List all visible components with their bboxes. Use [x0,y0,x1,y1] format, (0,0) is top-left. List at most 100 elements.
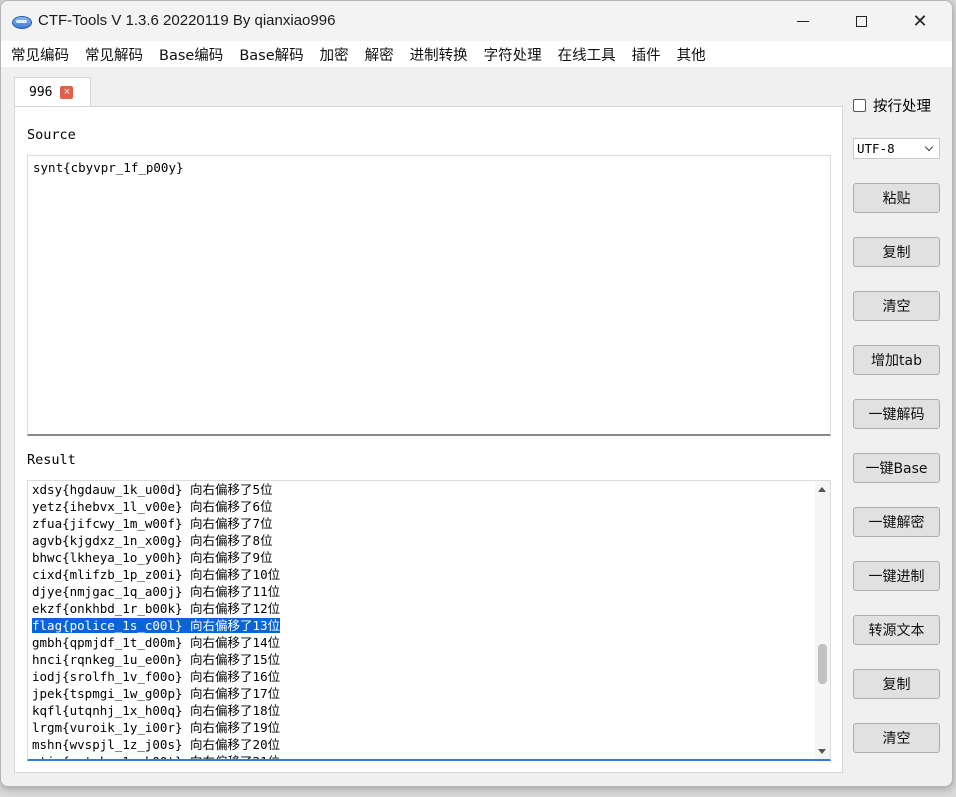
paste-button[interactable]: 粘贴 [853,183,940,213]
result-line-note: 向右偏移了9位 [190,550,273,565]
scroll-up-icon[interactable] [818,487,826,492]
one-click-base-button[interactable]: 一键Base [853,453,940,483]
result-line-gap [183,482,191,497]
result-line: hnci{rqnkeg_1u_e00n} 向右偏移了15位 [32,651,814,668]
result-line-text: kqfl{utqnhj_1x_h00q} [32,703,183,718]
to-source-button[interactable]: 转源文本 [853,615,940,645]
maximize-icon [855,15,867,27]
result-line-note: 向右偏移了13位 [190,618,281,633]
one-click-radix-button[interactable]: 一键进制 [853,561,940,591]
result-line-note: 向右偏移了14位 [190,635,281,650]
result-line: iodj{srolfh_1v_f00o} 向右偏移了16位 [32,668,814,685]
tab-strip: 996 × [14,77,843,107]
copy-result-button[interactable]: 复制 [853,669,940,699]
result-line-gap [183,652,191,667]
result-line-gap [183,669,191,684]
menu-encrypt[interactable]: 加密 [312,44,357,65]
result-line: mshn{wvspjl_1z_j00s} 向右偏移了20位 [32,736,814,753]
close-button[interactable]: ✕ [891,1,949,41]
menu-online-tools[interactable]: 在线工具 [550,44,624,65]
result-line-text: iodj{srolfh_1v_f00o} [32,669,183,684]
result-line-text: hnci{rqnkeg_1u_e00n} [32,652,183,667]
result-line-gap [183,686,191,701]
result-line: flag{police_1s_c00l} 向右偏移了13位 [32,617,814,634]
menu-bar: 常见编码 常见解码 Base编码 Base解码 加密 解密 进制转换 字符处理 … [1,41,952,67]
menu-radix-convert[interactable]: 进制转换 [402,44,476,65]
result-line-note: 向右偏移了18位 [190,703,281,718]
result-line-note: 向右偏移了8位 [190,533,273,548]
scroll-thumb[interactable] [818,644,827,684]
app-window: CTF-Tools V 1.3.6 20220119 By qianxiao99… [0,0,953,787]
result-line-note: 向右偏移了10位 [190,567,281,582]
result-line-gap [183,516,191,531]
tab-close-icon[interactable]: × [60,86,74,99]
result-line-text: cixd{mlifzb_1p_z00i} [32,567,183,582]
result-line-text: zfua{jifcwy_1m_w00f} [32,516,183,531]
menu-base-decode[interactable]: Base解码 [231,44,311,65]
menu-plugins[interactable]: 插件 [624,44,669,65]
source-text: synt{cbyvpr_1f_p00y} [33,160,184,175]
result-line: jpek{tspmgi_1w_g00p} 向右偏移了17位 [32,685,814,702]
result-line-text: mshn{wvspjl_1z_j00s} [32,737,183,752]
result-line-gap [183,601,191,616]
source-label: Source [27,127,76,143]
add-tab-button[interactable]: 增加tab [853,345,940,375]
result-line-note: 向右偏移了5位 [190,482,273,497]
clear-source-button[interactable]: 清空 [853,291,940,321]
encoding-select[interactable]: UTF-8 [853,138,940,159]
result-line: xdsy{hgdauw_1k_u00d} 向右偏移了5位 [32,481,814,498]
menu-other[interactable]: 其他 [669,44,714,65]
result-line-gap [183,720,191,735]
one-click-decode-button[interactable]: 一键解码 [853,399,940,429]
result-line-text: agvb{kjgdxz_1n_x00g} [32,533,183,548]
result-line: bhwc{lkheya_1o_y00h} 向右偏移了9位 [32,549,814,566]
result-line: lrgm{vuroik_1y_i00r} 向右偏移了19位 [32,719,814,736]
result-line-text: flag{police_1s_c00l} [32,618,183,633]
menu-base-encode[interactable]: Base编码 [151,44,231,65]
tab-label: 996 [29,85,53,100]
result-line-text: ntio{xwtqkm_1a_k00t} [32,754,183,759]
menu-common-encode[interactable]: 常见编码 [1,44,77,65]
result-line-text: gmbh{qpmjdf_1t_d00m} [32,635,183,650]
result-line-gap [183,754,191,759]
result-line: gmbh{qpmjdf_1t_d00m} 向右偏移了14位 [32,634,814,651]
line-process-toggle[interactable]: 按行处理 [853,95,931,116]
line-process-checkbox[interactable] [853,99,866,112]
maximize-button[interactable] [832,1,890,41]
tab-996[interactable]: 996 × [14,77,91,107]
source-textarea[interactable]: synt{cbyvpr_1f_p00y} [27,155,831,436]
minimize-icon [797,20,809,22]
result-line: cixd{mlifzb_1p_z00i} 向右偏移了10位 [32,566,814,583]
result-line-note: 向右偏移了6位 [190,499,273,514]
one-click-decrypt-button[interactable]: 一键解密 [853,507,940,537]
menu-decrypt[interactable]: 解密 [357,44,402,65]
result-line-note: 向右偏移了15位 [190,652,281,667]
result-line: djye{nmjgac_1q_a00j} 向右偏移了11位 [32,583,814,600]
menu-string-process[interactable]: 字符处理 [476,44,550,65]
result-line-text: yetz{ihebvx_1l_v00e} [32,499,183,514]
menu-common-decode[interactable]: 常见解码 [77,44,151,65]
encoding-value: UTF-8 [857,141,895,156]
result-line-text: ekzf{onkhbd_1r_b00k} [32,601,183,616]
clear-result-button[interactable]: 清空 [853,723,940,753]
result-line-gap [183,533,191,548]
result-line-gap [183,703,191,718]
result-line-gap [183,737,191,752]
result-line-note: 向右偏移了16位 [190,669,281,684]
result-scrollbar[interactable] [815,481,830,759]
chevron-down-icon [924,142,934,152]
result-textarea[interactable]: xdsy{hgdauw_1k_u00d} 向右偏移了5位 yetz{ihebvx_… [27,480,831,761]
result-line-note: 向右偏移了17位 [190,686,281,701]
result-line: yetz{ihebvx_1l_v00e} 向右偏移了6位 [32,498,814,515]
result-line-gap [183,499,191,514]
minimize-button[interactable] [774,1,832,41]
title-bar: CTF-Tools V 1.3.6 20220119 By qianxiao99… [1,1,952,41]
result-line: zfua{jifcwy_1m_w00f} 向右偏移了7位 [32,515,814,532]
result-line-note: 向右偏移了20位 [190,737,281,752]
scroll-down-icon[interactable] [818,749,826,754]
result-line-note: 向右偏移了21位 [190,754,280,759]
result-line-note: 向右偏移了12位 [190,601,281,616]
result-line: kqfl{utqnhj_1x_h00q} 向右偏移了18位 [32,702,814,719]
copy-source-button[interactable]: 复制 [853,237,940,267]
result-label: Result [27,452,76,468]
